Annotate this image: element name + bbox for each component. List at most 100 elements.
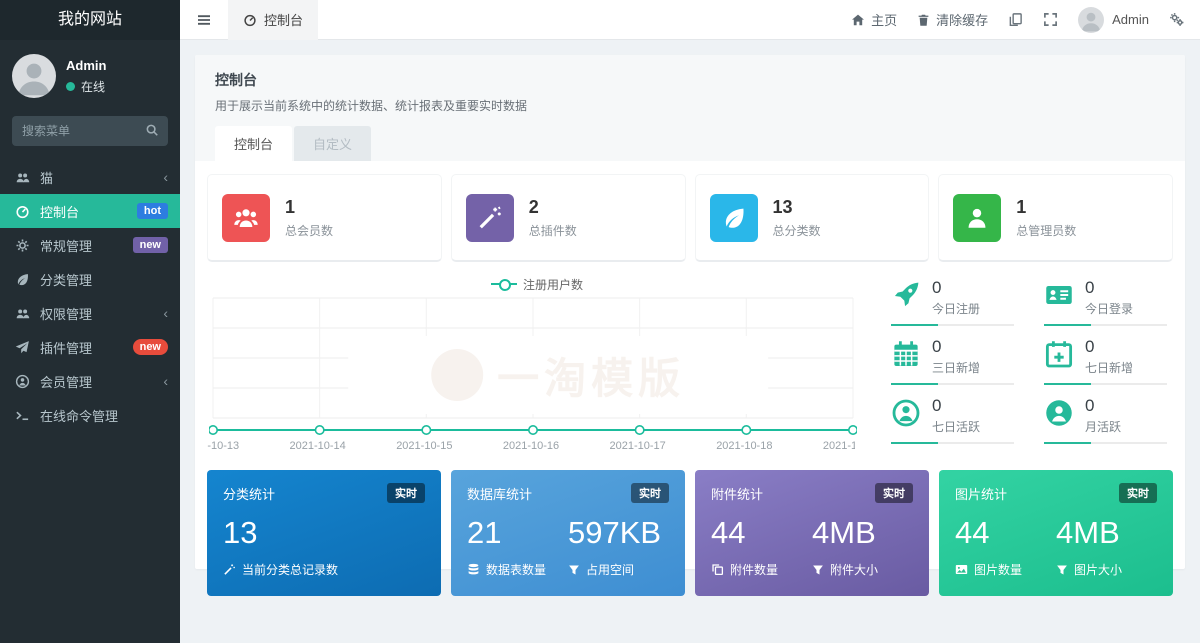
card-value: 44 xyxy=(955,515,1056,551)
sidebar-item-category[interactable]: 分类管理 xyxy=(0,262,180,296)
home-link[interactable]: 主页 xyxy=(851,10,897,29)
database-icon xyxy=(467,563,480,576)
sidebar-item-dashboard[interactable]: 控制台 hot xyxy=(0,194,180,228)
realtime-badge: 实时 xyxy=(387,483,425,503)
topbar-tab-dashboard[interactable]: 控制台 xyxy=(228,0,318,40)
topbar: 控制台 主页 清除缓存 Admin xyxy=(180,0,1200,40)
user-filled-icon xyxy=(1044,398,1074,428)
chevron-left-icon: ‹ xyxy=(163,306,168,320)
sidebar-item-cat[interactable]: 猫 ‹ xyxy=(0,160,180,194)
sidebar-menu: 猫 ‹ 控制台 hot 常规管理 new 分类管理 权限管理 ‹ 插件管理 ne… xyxy=(0,160,180,432)
user-menu[interactable]: Admin xyxy=(1078,7,1149,33)
clear-cache-link[interactable]: 清除缓存 xyxy=(917,10,988,29)
registered-users-chart: 注册用户数 一淘模版 2021-10-132021-10-142021-10-1… xyxy=(207,270,867,456)
panel-body: 1 总会员数 2 总插件数 13 总分类数 xyxy=(195,161,1185,596)
magic-wand-icon xyxy=(223,563,236,576)
card-value: 21 xyxy=(467,515,568,551)
person-icon xyxy=(12,54,56,98)
watermark: 一淘模版 xyxy=(348,336,768,414)
user-status-label: 在线 xyxy=(81,78,105,95)
filter-icon xyxy=(568,564,580,576)
stat-label: 总分类数 xyxy=(773,222,821,239)
user-circle-icon xyxy=(14,374,30,389)
mini-stat-7day-new: 0 七日新增 xyxy=(1044,335,1167,385)
topbar-right: 主页 清除缓存 Admin xyxy=(851,7,1200,33)
sidebar-item-command[interactable]: 在线命令管理 xyxy=(0,398,180,432)
mini-stat-month-active: 0 月活跃 xyxy=(1044,394,1167,444)
stat-value: 1 xyxy=(285,197,333,218)
legend-line-icon xyxy=(491,283,517,285)
fullscreen-icon[interactable] xyxy=(1043,12,1058,27)
site-title: 我的网站 xyxy=(0,0,180,40)
card-title: 附件统计 xyxy=(711,484,763,503)
tab-dashboard[interactable]: 控制台 xyxy=(215,126,292,161)
user-icon xyxy=(953,194,1001,242)
stat-label: 总管理员数 xyxy=(1016,222,1076,239)
leaf-icon xyxy=(710,194,758,242)
sidebar-item-label: 分类管理 xyxy=(40,270,92,289)
stat-label: 总插件数 xyxy=(529,222,577,239)
users-group-icon xyxy=(222,194,270,242)
card-value: 597KB xyxy=(568,515,669,551)
new-badge: new xyxy=(133,339,168,355)
cogs-icon xyxy=(14,238,30,253)
card-title: 数据库统计 xyxy=(467,484,532,503)
sidebar-item-label: 猫 xyxy=(40,168,53,187)
card-metric-label: 数据表数量 xyxy=(486,561,546,578)
mini-stat-value: 0 xyxy=(932,396,980,416)
watermark-text: 一淘模版 xyxy=(497,345,685,406)
mini-stat-today-register: 0 今日注册 xyxy=(891,276,1014,326)
dashboard-icon xyxy=(243,13,257,27)
chart-x-axis-labels: 2021-10-13 2021-10-14 2021-10-15 2021-10-16… xyxy=(207,440,855,456)
hamburger-icon[interactable] xyxy=(180,12,228,28)
settings-gears-icon[interactable] xyxy=(1169,12,1184,27)
category-stats-card: 分类统计 实时 13 当前分类总记录数 xyxy=(207,470,441,596)
mini-stat-underline xyxy=(1044,324,1167,326)
chart-legend[interactable]: 注册用户数 xyxy=(207,274,867,294)
panel-header: 控制台 用于展示当前系统中的统计数据、统计报表及重要实时数据 控制台 自定义 xyxy=(195,55,1185,161)
sidebar-item-user[interactable]: 会员管理 ‹ xyxy=(0,364,180,398)
card-metric-label: 图片数量 xyxy=(974,561,1022,578)
search-icon[interactable] xyxy=(145,123,159,137)
card-title: 图片统计 xyxy=(955,484,1007,503)
mini-stat-value: 0 xyxy=(1085,396,1121,416)
calendar-icon xyxy=(891,339,921,369)
avatar[interactable] xyxy=(12,54,56,98)
chart-plot-area: 一淘模版 xyxy=(209,294,857,440)
x-axis-tick: 2021-10-13 xyxy=(207,440,239,452)
users-icon xyxy=(14,306,30,321)
pages-icon[interactable] xyxy=(1008,12,1023,27)
user-name: Admin xyxy=(66,58,106,73)
paper-plane-icon xyxy=(14,340,30,355)
chevron-left-icon: ‹ xyxy=(163,170,168,184)
x-axis-tick: 2021-10-16 xyxy=(503,440,559,452)
x-axis-tick: 2021-10-14 xyxy=(290,440,346,452)
sidebar-item-label: 常规管理 xyxy=(40,236,92,255)
sidebar-item-auth[interactable]: 权限管理 ‹ xyxy=(0,296,180,330)
user-outline-icon xyxy=(891,398,921,428)
mini-stat-label: 今日注册 xyxy=(932,300,980,317)
mini-stat-label: 月活跃 xyxy=(1085,418,1121,435)
x-axis-tick: 2021-10-15 xyxy=(396,440,452,452)
mini-stats-grid: 0 今日注册 0 今日登录 xyxy=(891,276,1167,456)
mini-stat-underline xyxy=(891,383,1014,385)
main-panel: 控制台 用于展示当前系统中的统计数据、统计报表及重要实时数据 控制台 自定义 1… xyxy=(195,55,1185,569)
stat-value: 2 xyxy=(529,197,577,218)
card-value: 44 xyxy=(711,515,812,551)
mini-stat-value: 0 xyxy=(1085,337,1133,357)
tab-custom[interactable]: 自定义 xyxy=(294,126,371,161)
new-badge: new xyxy=(133,237,168,253)
realtime-badge: 实时 xyxy=(631,483,669,503)
card-value: 4MB xyxy=(1056,515,1157,551)
panel-tabs: 控制台 自定义 xyxy=(215,126,1165,161)
card-metric-label: 附件大小 xyxy=(830,561,878,578)
calendar-plus-icon xyxy=(1044,339,1074,369)
sidebar-item-addon[interactable]: 插件管理 new xyxy=(0,330,180,364)
chevron-left-icon: ‹ xyxy=(163,374,168,388)
user-panel: Admin 在线 xyxy=(0,40,180,110)
card-metric-label: 当前分类总记录数 xyxy=(242,561,338,578)
image-icon xyxy=(955,563,968,576)
user-menu-label: Admin xyxy=(1112,12,1149,27)
sidebar-item-general[interactable]: 常规管理 new xyxy=(0,228,180,262)
rocket-icon xyxy=(891,280,921,310)
